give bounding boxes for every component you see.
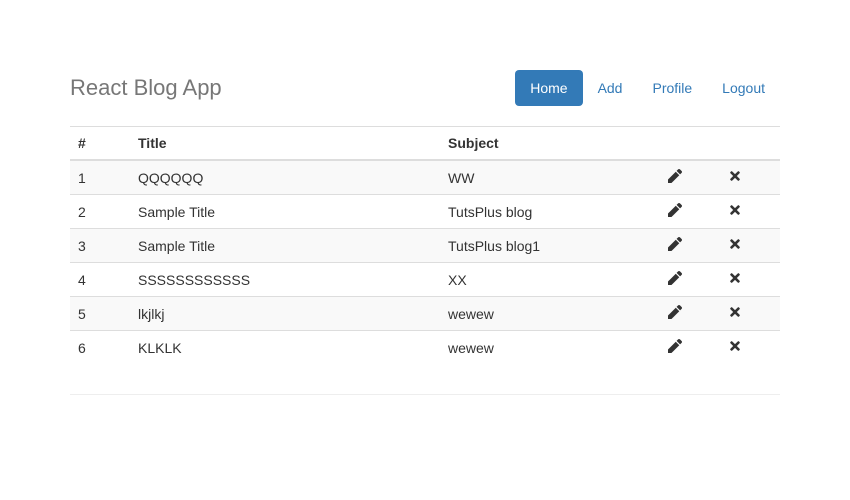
- cell-subject: wewew: [440, 297, 660, 331]
- cell-idx: 4: [70, 263, 130, 297]
- delete-icon[interactable]: [728, 203, 742, 217]
- cell-subject: TutsPlus blog: [440, 195, 660, 229]
- header: React Blog App Home Add Profile Logout: [70, 70, 780, 106]
- cell-idx: 3: [70, 229, 130, 263]
- edit-icon[interactable]: [668, 203, 682, 217]
- table-row: 1QQQQQQWW: [70, 160, 780, 195]
- cell-title: KLKLK: [130, 331, 440, 365]
- footer-divider: [70, 394, 780, 395]
- cell-idx: 6: [70, 331, 130, 365]
- col-header-edit: [660, 127, 720, 161]
- edit-icon[interactable]: [668, 305, 682, 319]
- cell-title: lkjlkj: [130, 297, 440, 331]
- delete-icon[interactable]: [728, 271, 742, 285]
- nav-logout[interactable]: Logout: [707, 70, 780, 106]
- cell-title: SSSSSSSSSSSS: [130, 263, 440, 297]
- cell-title: Sample Title: [130, 195, 440, 229]
- table-row: 3Sample TitleTutsPlus blog1: [70, 229, 780, 263]
- table-row: 6KLKLKwewew: [70, 331, 780, 365]
- cell-subject: XX: [440, 263, 660, 297]
- col-header-delete: [720, 127, 780, 161]
- posts-table: # Title Subject 1QQQQQQWW2Sample TitleTu…: [70, 126, 780, 364]
- delete-icon[interactable]: [728, 339, 742, 353]
- table-row: 4SSSSSSSSSSSSXX: [70, 263, 780, 297]
- table-row: 5lkjlkjwewew: [70, 297, 780, 331]
- col-header-idx: #: [70, 127, 130, 161]
- cell-idx: 1: [70, 160, 130, 195]
- cell-title: QQQQQQ: [130, 160, 440, 195]
- cell-idx: 2: [70, 195, 130, 229]
- cell-subject: wewew: [440, 331, 660, 365]
- edit-icon[interactable]: [668, 169, 682, 183]
- delete-icon[interactable]: [728, 305, 742, 319]
- cell-title: Sample Title: [130, 229, 440, 263]
- nav-add[interactable]: Add: [583, 70, 638, 106]
- col-header-subject: Subject: [440, 127, 660, 161]
- brand-title: React Blog App: [70, 75, 222, 101]
- cell-subject: WW: [440, 160, 660, 195]
- col-header-title: Title: [130, 127, 440, 161]
- edit-icon[interactable]: [668, 339, 682, 353]
- delete-icon[interactable]: [728, 169, 742, 183]
- edit-icon[interactable]: [668, 237, 682, 251]
- nav-home[interactable]: Home: [515, 70, 582, 106]
- nav: Home Add Profile Logout: [515, 70, 780, 106]
- edit-icon[interactable]: [668, 271, 682, 285]
- table-row: 2Sample TitleTutsPlus blog: [70, 195, 780, 229]
- nav-profile[interactable]: Profile: [637, 70, 707, 106]
- cell-idx: 5: [70, 297, 130, 331]
- cell-subject: TutsPlus blog1: [440, 229, 660, 263]
- delete-icon[interactable]: [728, 237, 742, 251]
